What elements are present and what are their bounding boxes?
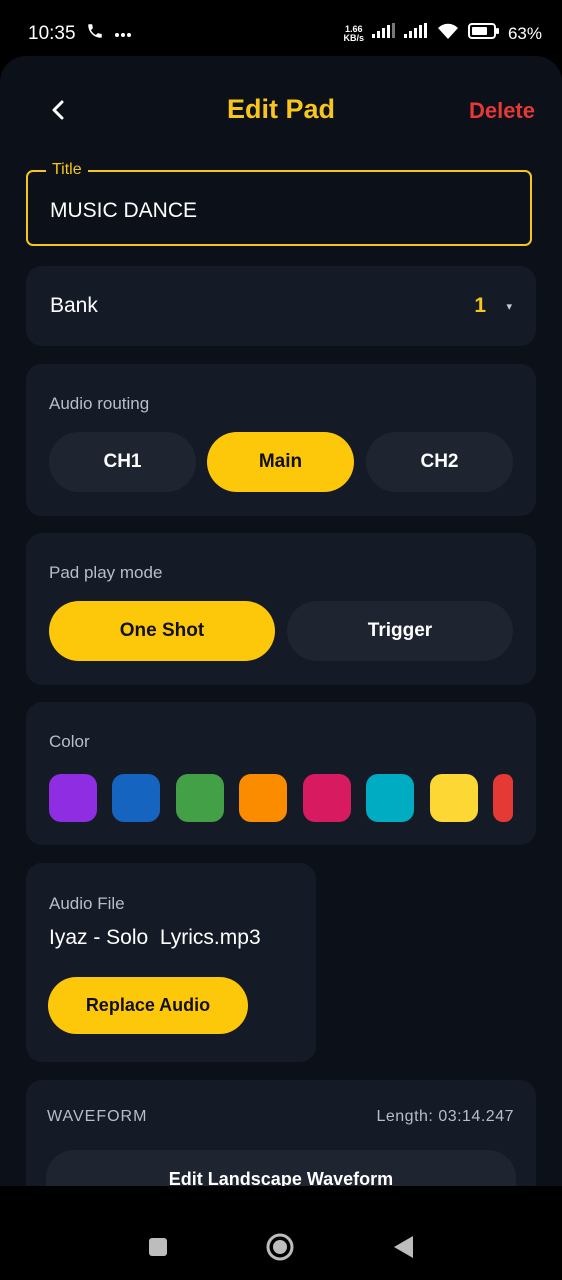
title-field-label: Title <box>46 161 88 179</box>
wifi-icon <box>436 22 460 45</box>
color-swatch-blue[interactable] <box>112 774 160 822</box>
home-button[interactable] <box>265 1232 295 1262</box>
audio-routing-label: Audio routing <box>49 394 150 413</box>
color-swatch-red[interactable] <box>493 774 513 822</box>
system-nav-bar <box>0 1212 562 1280</box>
square-icon <box>149 1238 167 1256</box>
waveform-card: WAVEFORM Length: 03:14.247 Edit Landscap… <box>26 1080 536 1186</box>
color-label: Color <box>49 732 90 751</box>
network-speed-unit: KB/s <box>343 32 364 43</box>
top-bar: Edit Pad Delete <box>0 56 562 166</box>
triangle-back-icon <box>394 1236 413 1258</box>
play-mode-trigger[interactable]: Trigger <box>287 601 513 661</box>
battery-percent: 63% <box>507 23 542 43</box>
routing-option-main[interactable]: Main <box>207 432 354 492</box>
play-mode-one-shot[interactable]: One Shot <box>49 601 275 661</box>
more-dots-icon <box>114 25 132 43</box>
bank-value: 1 <box>474 294 486 317</box>
edit-landscape-waveform-button[interactable]: Edit Landscape Waveform <box>46 1150 516 1186</box>
routing-option-ch2[interactable]: CH2 <box>366 432 513 492</box>
color-card: Color <box>26 702 536 845</box>
phone-icon <box>86 22 104 45</box>
bank-selector[interactable]: Bank 1 ▾ <box>26 266 536 346</box>
status-left: 10:35 <box>28 22 132 45</box>
status-bar: 10:35 1.66 KB/s 63% <box>0 0 562 56</box>
color-swatch-orange[interactable] <box>239 774 287 822</box>
home-circle-icon <box>266 1233 294 1261</box>
color-swatch-cyan[interactable] <box>366 774 414 822</box>
color-swatch-green[interactable] <box>176 774 224 822</box>
edit-pad-screen: Edit Pad Delete Title Bank 1 ▾ Audio rou… <box>0 56 562 1186</box>
audio-routing-card: Audio routing CH1 Main CH2 <box>26 364 536 516</box>
replace-audio-button[interactable]: Replace Audio <box>48 977 248 1034</box>
audio-file-card: Audio File Iyaz - Solo Lyrics.mp3 Replac… <box>26 863 316 1062</box>
network-speed: 1.66 KB/s <box>343 24 364 43</box>
color-swatch-pink[interactable] <box>303 774 351 822</box>
color-swatch-purple[interactable] <box>49 774 97 822</box>
play-mode-label: Pad play mode <box>49 563 163 582</box>
status-time: 10:35 <box>28 22 76 44</box>
signal-icon <box>371 23 396 44</box>
audio-file-label: Audio File <box>49 894 125 913</box>
bank-label: Bank <box>50 294 98 317</box>
status-right: 1.66 KB/s 63% <box>343 22 542 45</box>
recents-button[interactable] <box>143 1232 173 1262</box>
play-mode-card: Pad play mode One Shot Trigger <box>26 533 536 685</box>
delete-button[interactable]: Delete <box>469 98 535 124</box>
signal-icon-2 <box>403 23 428 44</box>
waveform-label: WAVEFORM <box>47 1108 148 1125</box>
color-swatch-yellow[interactable] <box>430 774 478 822</box>
audio-filename: Iyaz - Solo Lyrics.mp3 <box>49 926 261 949</box>
battery-icon <box>467 23 500 44</box>
routing-option-ch1[interactable]: CH1 <box>49 432 196 492</box>
caret-down-icon: ▾ <box>506 301 512 313</box>
waveform-length: Length: 03:14.247 <box>376 1108 514 1125</box>
title-field: Title <box>26 161 532 246</box>
back-nav-button[interactable] <box>388 1232 418 1262</box>
title-input[interactable] <box>50 196 490 226</box>
